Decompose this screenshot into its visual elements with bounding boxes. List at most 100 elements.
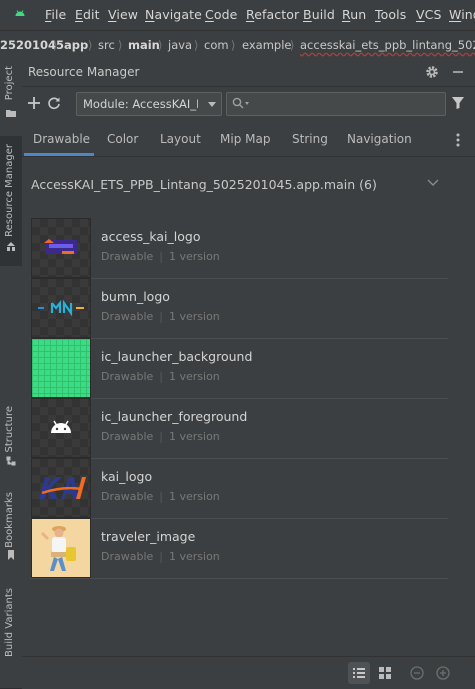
menu-vcs[interactable]: VCS (416, 7, 442, 22)
traveler-photo-image (32, 519, 90, 577)
panel-header: Resource Manager (22, 60, 475, 87)
resource-name: ic_launcher_foreground (101, 409, 248, 424)
resource-toolbar: Module: AccessKAI_ET (22, 87, 475, 121)
resource-thumbnail (31, 518, 91, 578)
tab-mip-map[interactable]: Mip Map (220, 132, 270, 146)
resource-row[interactable]: access_kai_logo Drawable | 1 version (30, 218, 448, 279)
resource-row[interactable]: ic_launcher_background Drawable | 1 versio… (30, 338, 448, 399)
bookmark-icon (8, 550, 14, 560)
menu-view[interactable]: View (108, 7, 138, 22)
menu-build[interactable]: Build (303, 7, 335, 22)
sidebar-tab-resource-manager[interactable]: Resource Manager (0, 136, 22, 266)
resource-group-header[interactable]: AccessKAI_ETS_PPB_Lintang_5025201045.app… (22, 166, 475, 202)
module-dropdown-value: Module: AccessKAI_ET (83, 97, 198, 111)
menu-window[interactable]: Windo (449, 7, 475, 22)
list-view-icon (353, 668, 365, 678)
menu-file[interactable]: File (45, 7, 66, 22)
breadcrumb: 25201045 ⟩ app ⟩ src ⟩ main ⟩ java ⟩ com… (0, 30, 475, 61)
resource-name: kai_logo (101, 469, 153, 484)
breadcrumb-item[interactable]: com (204, 38, 229, 52)
resource-manager-icon (7, 242, 15, 251)
breadcrumb-separator-icon: ⟩ (194, 38, 199, 52)
chevron-down-icon[interactable] (426, 178, 440, 188)
search-input[interactable] (226, 92, 446, 116)
breadcrumb-separator-icon: ⟩ (158, 38, 163, 52)
sidebar-tab-label: Bookmarks (4, 492, 15, 548)
add-icon[interactable] (27, 96, 41, 110)
menu-tools[interactable]: Tools (375, 7, 406, 22)
resource-thumbnail (31, 218, 91, 278)
launcher-background-thumbnail (31, 338, 91, 398)
refresh-icon[interactable] (47, 96, 61, 110)
panel-bottom-bar (22, 656, 475, 689)
tab-string[interactable]: String (292, 132, 328, 146)
sidebar-tab-label: Resource Manager (4, 144, 15, 237)
sidebar-tab-label: Structure (4, 406, 15, 453)
sidebar-tab-structure[interactable]: Structure (0, 400, 22, 470)
tool-window-sidebar: Project Resource Manager Structure Bookm… (0, 60, 23, 688)
zoom-out-icon[interactable] (410, 666, 424, 680)
resource-type-tabs: Drawable Color Layout Mip Map String Nav… (22, 124, 475, 157)
tab-navigation[interactable]: Navigation (347, 132, 412, 146)
tab-layout[interactable]: Layout (160, 132, 201, 146)
active-tab-indicator (24, 153, 94, 156)
resource-row[interactable]: kai_logo Drawable | 1 version (30, 458, 448, 519)
resource-meta: Drawable | 1 version (101, 250, 220, 263)
breadcrumb-item[interactable]: example (242, 38, 292, 52)
sidebar-tab-label: Build Variants (4, 588, 15, 657)
resource-meta: Drawable | 1 version (101, 550, 220, 563)
resource-thumbnail (31, 278, 91, 338)
zoom-in-icon[interactable] (436, 666, 450, 680)
chevron-down-icon (208, 102, 216, 107)
menu-code[interactable]: Code (205, 7, 237, 22)
android-head-icon (51, 420, 71, 433)
resource-name: ic_launcher_background (101, 349, 253, 364)
menu-run[interactable]: Run (342, 7, 366, 22)
resource-meta: Drawable | 1 version (101, 490, 220, 503)
menu-refactor[interactable]: Refactor (246, 7, 299, 22)
breadcrumb-item[interactable]: src (98, 38, 115, 52)
tab-color[interactable]: Color (107, 132, 138, 146)
list-view-button[interactable] (348, 662, 370, 684)
breadcrumb-item[interactable]: java (168, 38, 192, 52)
resource-name: access_kai_logo (101, 229, 201, 244)
resource-meta: Drawable | 1 version (101, 310, 220, 323)
sidebar-tab-build-variants[interactable]: Build Variants (0, 584, 22, 688)
resource-row[interactable]: ic_launcher_foreground Drawable | 1 versio… (30, 398, 448, 459)
kai-logo-icon (39, 477, 86, 499)
breadcrumb-separator-icon: ⟩ (231, 38, 236, 52)
grid-view-icon[interactable] (378, 666, 392, 680)
access-kai-logo-icon (44, 239, 77, 254)
folder-icon (6, 110, 16, 117)
resource-thumbnail (31, 398, 91, 458)
breadcrumb-item[interactable]: main (128, 38, 160, 52)
search-options-icon (245, 102, 249, 105)
resource-name: traveler_image (101, 529, 196, 544)
tab-drawable[interactable]: Drawable (33, 132, 90, 146)
resource-row[interactable]: bumn_logo Drawable | 1 version (30, 278, 448, 339)
resource-meta: Drawable | 1 version (101, 430, 220, 443)
menu-navigate[interactable]: Navigate (145, 7, 202, 22)
breadcrumb-separator-icon: ⟩ (290, 38, 295, 52)
bumn-logo-icon (38, 299, 84, 317)
sidebar-tab-project[interactable]: Project (0, 60, 22, 125)
breadcrumb-item[interactable]: app (64, 38, 88, 52)
menu-bar: File Edit View Navigate Code Refactor Bu… (0, 0, 475, 30)
breadcrumb-separator-icon: ⟩ (118, 38, 123, 52)
resource-meta: Drawable | 1 version (101, 370, 220, 383)
gear-icon[interactable] (424, 64, 440, 80)
more-vertical-icon[interactable] (453, 132, 463, 148)
sidebar-tab-bookmarks[interactable]: Bookmarks (0, 488, 22, 566)
resource-manager-panel: Resource Manager Module: AccessKAI_ET Dr… (22, 60, 475, 688)
resource-thumbnail (31, 458, 91, 518)
filter-icon[interactable] (451, 96, 465, 110)
breadcrumb-separator-icon: ⟩ (88, 38, 93, 52)
menu-edit[interactable]: Edit (75, 7, 100, 22)
minimize-icon[interactable] (450, 64, 466, 80)
sidebar-tab-label: Project (4, 66, 15, 101)
search-icon (232, 97, 244, 109)
resource-group-title: AccessKAI_ETS_PPB_Lintang_5025201045.app… (31, 177, 377, 192)
module-dropdown[interactable]: Module: AccessKAI_ET (76, 92, 222, 116)
breadcrumb-item[interactable]: accesskai_ets_ppb_lintang_5025201 (300, 38, 475, 52)
resource-row[interactable]: traveler_image Drawable | 1 version (30, 518, 448, 579)
